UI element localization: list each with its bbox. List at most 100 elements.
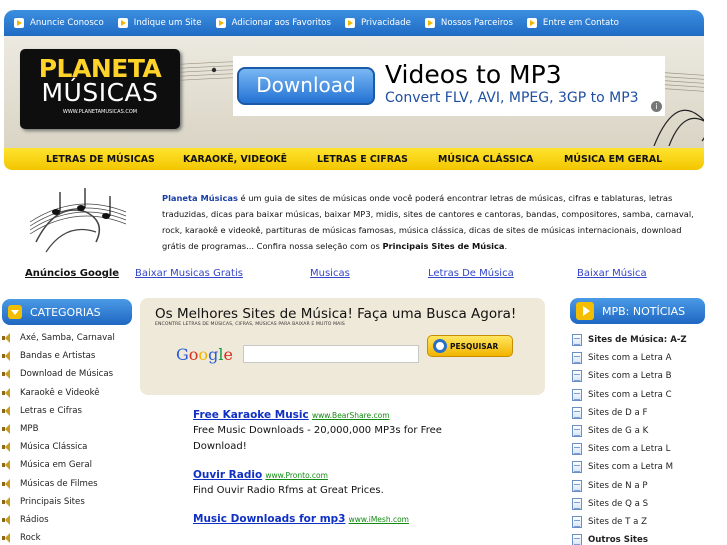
ad-title-link[interactable]: Music Downloads for mp3 xyxy=(193,513,345,525)
speaker-icon xyxy=(2,478,14,489)
category-label: Download de Músicas xyxy=(20,369,114,380)
noticia-item[interactable]: Sites com a Letra B xyxy=(572,367,704,385)
category-item[interactable]: Principais Sites xyxy=(2,493,130,511)
search-button[interactable]: PESQUISAR xyxy=(427,335,513,357)
ad-url[interactable]: www.Pronto.com xyxy=(265,471,328,480)
search-icon xyxy=(433,339,447,353)
play-icon xyxy=(576,302,594,320)
speaker-icon xyxy=(2,533,14,544)
noticia-item[interactable]: Sites de T a Z xyxy=(572,513,704,531)
link-text[interactable]: Musicas xyxy=(310,268,350,279)
speaker-icon xyxy=(2,369,14,380)
category-item[interactable]: Karaokê e Videokê xyxy=(2,384,130,402)
category-label: Bandas e Artistas xyxy=(20,351,96,362)
category-label: Karaokê e Videokê xyxy=(20,387,100,398)
noticia-label: Sites de N a P xyxy=(588,480,648,491)
link-text[interactable]: Baixar Musicas Gratis xyxy=(135,268,243,279)
category-item[interactable]: Rádios xyxy=(2,511,130,529)
noticia-item[interactable]: Sites com a Letra M xyxy=(572,458,704,476)
noticias-header: MPB: NOTÍCIAS xyxy=(570,298,705,324)
intro-strong[interactable]: Principais Sites de Música xyxy=(382,241,504,251)
ad-subline: Convert FLV, AVI, MPEG, 3GP to MP3 xyxy=(385,90,639,106)
document-icon xyxy=(572,334,582,347)
category-label: Músicas de Filmes xyxy=(20,478,98,489)
link-text[interactable]: Baixar Música xyxy=(577,268,647,279)
noticia-item[interactable]: Sites de Q a S xyxy=(572,495,704,513)
categorias-title: CATEGORIAS xyxy=(30,305,101,319)
noticia-item[interactable]: Sites de Música: A-Z xyxy=(572,331,704,349)
category-item[interactable]: Download de Músicas xyxy=(2,365,130,383)
ads-google-label[interactable]: Anúncios Google xyxy=(25,268,119,279)
noticia-item[interactable]: Outros Sites xyxy=(572,531,704,545)
music-notes-image xyxy=(29,188,127,253)
speaker-icon xyxy=(2,424,14,435)
noticia-item[interactable]: Sites com a Letra L xyxy=(572,440,704,458)
noticias-title: MPB: NOTÍCIAS xyxy=(602,304,686,318)
category-item[interactable]: Axé, Samba, Carnaval xyxy=(2,329,130,347)
topnav-item-contato[interactable]: Entre em Contato xyxy=(526,18,619,28)
noticia-label: Sites de G a K xyxy=(588,426,649,437)
category-item[interactable]: Músicas de Filmes xyxy=(2,475,130,493)
topnav-item-parceiros[interactable]: Nossos Parceiros xyxy=(424,18,513,28)
noticia-item[interactable]: Sites de D a F xyxy=(572,404,704,422)
noticia-label: Sites com a Letra M xyxy=(588,462,674,473)
banner-ad[interactable]: Download Videos to MP3 Convert FLV, AVI,… xyxy=(233,56,665,116)
category-label: Música em Geral xyxy=(20,460,92,471)
noticia-item[interactable]: Sites com a Letra A xyxy=(572,349,704,367)
link-musicas[interactable]: Musicas xyxy=(310,268,350,279)
speaker-icon xyxy=(2,442,14,453)
search-input[interactable] xyxy=(243,345,419,363)
cat-karaoke-videoke[interactable]: KARAOKÊ, VIDEOKÊ xyxy=(183,154,287,165)
category-label: Letras e Cifras xyxy=(20,405,83,416)
category-label: Rock xyxy=(20,533,41,544)
link-baixar-musica[interactable]: Baixar Música xyxy=(577,268,647,279)
download-button[interactable]: Download xyxy=(237,67,375,105)
categorias-header: CATEGORIAS xyxy=(2,299,132,325)
topnav-item-favoritos[interactable]: Adicionar aos Favoritos xyxy=(215,18,332,28)
noticia-label: Sites com a Letra A xyxy=(588,353,672,364)
category-label: Axé, Samba, Carnaval xyxy=(20,333,115,344)
ad-title-link[interactable]: Ouvir Radio xyxy=(193,469,262,481)
topnav-item-privacidade[interactable]: Privacidade xyxy=(345,18,411,28)
noticia-item[interactable]: Sites de G a K xyxy=(572,422,704,440)
topnav-label: Adicionar aos Favoritos xyxy=(231,18,332,28)
topnav-item-anuncie[interactable]: Anuncie Conosco xyxy=(14,18,104,28)
noticia-item[interactable]: Sites com a Letra C xyxy=(572,386,704,404)
arrow-icon xyxy=(117,18,128,28)
cat-letras-e-cifras[interactable]: LETRAS E CIFRAS xyxy=(317,154,408,165)
topnav-label: Anuncie Conosco xyxy=(30,18,104,28)
document-icon xyxy=(572,497,582,510)
document-icon xyxy=(572,443,582,456)
cat-musica-classica[interactable]: MÚSICA CLÁSSICA xyxy=(438,154,533,165)
document-icon xyxy=(572,425,582,438)
ad-url[interactable]: www.iMesh.com xyxy=(349,515,409,524)
cat-letras-de-musicas[interactable]: LETRAS DE MÚSICAS xyxy=(46,154,155,165)
arrow-icon xyxy=(14,18,24,28)
arrow-icon xyxy=(526,18,537,28)
noticia-label: Sites de D a F xyxy=(588,407,648,418)
ad-url[interactable]: www.BearShare.com xyxy=(312,411,390,420)
category-item[interactable]: Música em Geral xyxy=(2,456,130,474)
document-icon xyxy=(572,515,582,528)
topnav-item-indique[interactable]: Indique um Site xyxy=(117,18,202,28)
ad-title-link[interactable]: Free Karaoke Music xyxy=(193,409,309,421)
category-item[interactable]: MPB xyxy=(2,420,130,438)
search-panel: Os Melhores Sites de Música! Faça uma Bu… xyxy=(140,298,545,395)
intro-brand[interactable]: Planeta Músicas xyxy=(162,193,238,203)
speaker-icon xyxy=(2,514,14,525)
link-text[interactable]: Letras De Música xyxy=(428,268,514,279)
category-item[interactable]: Rock xyxy=(2,529,130,545)
chevron-down-icon xyxy=(8,305,22,319)
link-baixar-musicas-gratis[interactable]: Baixar Musicas Gratis xyxy=(135,268,243,279)
info-icon[interactable]: i xyxy=(651,101,662,112)
cat-musica-em-geral[interactable]: MÚSICA EM GERAL xyxy=(564,154,662,165)
category-item[interactable]: Bandas e Artistas xyxy=(2,347,130,365)
site-header: PLANETA MÚSICAS WWW.PLANETAMUSICAS.COM D… xyxy=(4,36,704,148)
noticia-item[interactable]: Sites de N a P xyxy=(572,477,704,495)
category-bar: LETRAS DE MÚSICAS KARAOKÊ, VIDEOKÊ LETRA… xyxy=(4,148,704,170)
site-logo[interactable]: PLANETA MÚSICAS WWW.PLANETAMUSICAS.COM xyxy=(20,49,180,129)
category-item[interactable]: Letras e Cifras xyxy=(2,402,130,420)
document-icon xyxy=(572,388,582,401)
link-letras-de-musica[interactable]: Letras De Música xyxy=(428,268,514,279)
category-item[interactable]: Música Clássica xyxy=(2,438,130,456)
